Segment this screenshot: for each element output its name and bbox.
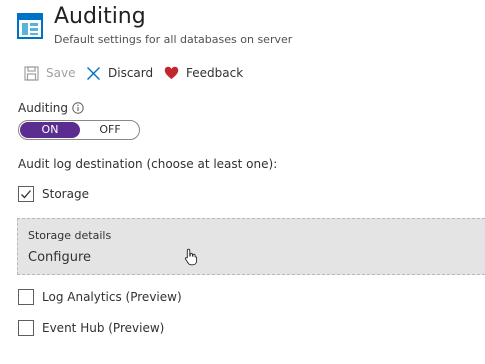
auditing-label-text: Auditing bbox=[18, 101, 69, 115]
save-icon bbox=[24, 65, 39, 81]
page-title: Auditing bbox=[54, 4, 146, 29]
event-hub-checkbox[interactable] bbox=[18, 320, 34, 336]
heart-icon bbox=[164, 66, 179, 79]
page-subtitle: Default settings for all databases on se… bbox=[54, 33, 293, 46]
auditing-label: Auditing bbox=[18, 101, 84, 115]
discard-label: Discard bbox=[108, 66, 154, 80]
storage-details-panel[interactable]: Storage details Configure bbox=[17, 218, 485, 275]
storage-label: Storage bbox=[42, 187, 89, 201]
hand-pointer-icon bbox=[184, 248, 198, 266]
toggle-off-option[interactable]: OFF bbox=[81, 122, 139, 138]
auditing-toggle[interactable]: ON OFF bbox=[18, 120, 140, 140]
discard-button[interactable]: Discard bbox=[86, 63, 153, 83]
storage-details-title: Storage details bbox=[28, 229, 112, 242]
save-label: Save bbox=[46, 66, 76, 80]
storage-option[interactable]: Storage bbox=[18, 186, 89, 202]
save-button[interactable]: Save bbox=[24, 63, 75, 83]
log-analytics-label: Log Analytics (Preview) bbox=[42, 290, 182, 304]
log-analytics-option[interactable]: Log Analytics (Preview) bbox=[18, 289, 182, 305]
event-hub-option[interactable]: Event Hub (Preview) bbox=[18, 320, 164, 336]
feedback-button[interactable]: Feedback bbox=[164, 63, 243, 83]
log-analytics-checkbox[interactable] bbox=[18, 289, 34, 305]
checkmark-icon bbox=[21, 190, 31, 199]
audit-log-destination-label: Audit log destination (choose at least o… bbox=[18, 157, 278, 171]
close-icon bbox=[87, 66, 100, 80]
sql-server-blade-icon bbox=[17, 13, 43, 39]
event-hub-label: Event Hub (Preview) bbox=[42, 321, 165, 335]
auditing-blade: Auditing Default settings for all databa… bbox=[0, 0, 485, 364]
toggle-on-option[interactable]: ON bbox=[20, 122, 80, 138]
storage-checkbox[interactable] bbox=[18, 186, 34, 202]
feedback-label: Feedback bbox=[186, 66, 244, 80]
configure-link[interactable]: Configure bbox=[28, 250, 91, 266]
info-icon[interactable] bbox=[72, 102, 84, 114]
